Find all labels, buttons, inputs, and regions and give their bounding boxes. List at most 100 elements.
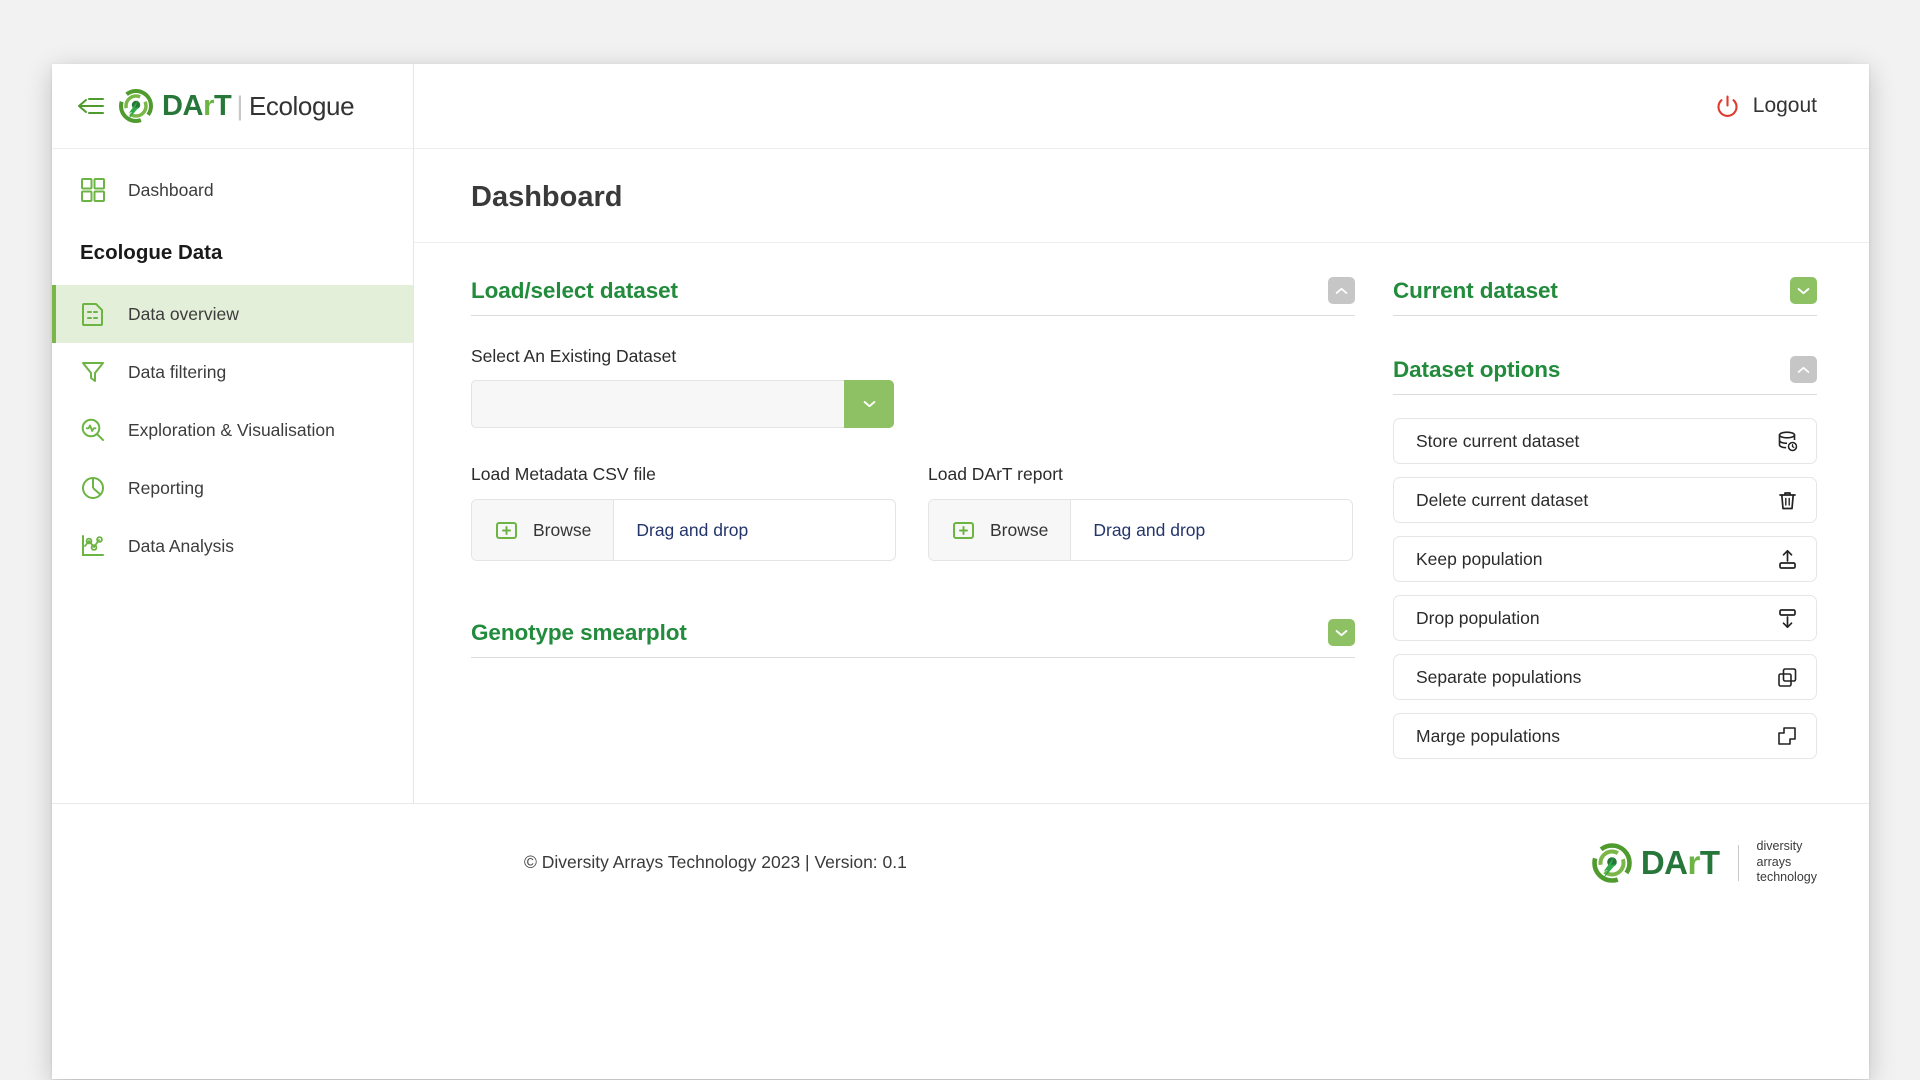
window-top-row: DArT | Ecologue Dashboard Ecologue Data … <box>52 64 1869 803</box>
select-dataset-label: Select An Existing Dataset <box>471 346 677 366</box>
option-label: Delete current dataset <box>1416 489 1589 510</box>
select-input[interactable] <box>471 380 844 428</box>
logout-button[interactable]: Logout <box>1715 94 1817 119</box>
application-window: DArT | Ecologue Dashboard Ecologue Data … <box>52 64 1869 1079</box>
footer-logo-divider <box>1737 844 1739 881</box>
card-title: Dataset options <box>1393 356 1561 382</box>
footer-brand-r: r <box>1687 843 1701 881</box>
sidebar-item-label: Data overview <box>128 303 239 324</box>
download-icon <box>1776 607 1799 630</box>
left-panel: Load/select dataset Select An Existing D… <box>471 277 1355 702</box>
current-dataset-card: Current dataset <box>1393 277 1817 316</box>
separate-populations-button[interactable]: Separate populations <box>1393 654 1817 700</box>
browse-label: Browse <box>533 519 592 540</box>
scatter-chart-icon <box>80 533 106 559</box>
browse-button[interactable]: Browse <box>929 500 1072 560</box>
footer-brand-da: DA <box>1640 843 1688 881</box>
sidebar-item-label: Data Analysis <box>128 535 235 556</box>
sidebar-nav: Dashboard Ecologue Data Data overview Da… <box>52 149 413 575</box>
delete-current-dataset-button[interactable]: Delete current dataset <box>1393 477 1817 523</box>
option-label: Marge populations <box>1416 725 1560 746</box>
sidebar-item-label: Reporting <box>128 477 204 498</box>
grid-icon <box>80 177 106 203</box>
brand-r: r <box>203 89 214 122</box>
marge-populations-button[interactable]: Marge populations <box>1393 713 1817 759</box>
upload-label: Load DArT report <box>928 464 1063 484</box>
footer-logo: DArT diversity arrays technology <box>1592 839 1817 886</box>
logout-label: Logout <box>1752 94 1817 117</box>
collapse-toggle-smearplot[interactable] <box>1328 619 1355 646</box>
option-label: Separate populations <box>1416 666 1582 687</box>
upload-box: Browse Drag and drop <box>928 499 1353 561</box>
sidebar-item-data-overview[interactable]: Data overview <box>52 285 413 343</box>
drop-population-button[interactable]: Drop population <box>1393 595 1817 641</box>
card-header: Current dataset <box>1393 277 1817 316</box>
document-lines-icon <box>80 301 106 327</box>
sidebar-header: DArT | Ecologue <box>52 64 413 149</box>
panels-container: Load/select dataset Select An Existing D… <box>414 243 1869 803</box>
sidebar-item-reporting[interactable]: Reporting <box>52 459 413 517</box>
page-title: Dashboard <box>414 149 1869 243</box>
dataset-options-card: Dataset options Store current dataset De… <box>1393 356 1817 759</box>
brand-t: T <box>213 89 232 122</box>
footer-tagline-line-2: arrays <box>1756 854 1792 869</box>
chevron-down-icon <box>1335 629 1348 636</box>
drag-and-drop-zone[interactable]: Drag and drop <box>1071 500 1227 560</box>
keep-population-button[interactable]: Keep population <box>1393 536 1817 582</box>
sidebar-item-exploration-visualisation[interactable]: Exploration & Visualisation <box>52 401 413 459</box>
sidebar-item-data-filtering[interactable]: Data filtering <box>52 343 413 401</box>
collapse-toggle-current-dataset[interactable] <box>1790 277 1817 304</box>
card-title: Load/select dataset <box>471 277 678 303</box>
footer-tagline-line-3: technology <box>1756 870 1817 885</box>
footer-tagline: diversity arrays technology <box>1757 839 1817 886</box>
funnel-icon <box>80 359 106 385</box>
sidebar-item-label: Data filtering <box>128 361 227 382</box>
upload-row: Load Metadata CSV file Browse Drag and d… <box>471 464 1355 561</box>
store-current-dataset-button[interactable]: Store current dataset <box>1393 418 1817 464</box>
brand-product: Ecologue <box>248 90 355 121</box>
browse-button[interactable]: Browse <box>472 500 615 560</box>
existing-dataset-select[interactable] <box>471 380 894 428</box>
chevron-down-icon <box>863 401 875 408</box>
folder-plus-icon <box>951 518 976 543</box>
upload-label: Load Metadata CSV file <box>471 464 656 484</box>
brand-separator: | <box>236 90 243 121</box>
metadata-csv-uploader: Load Metadata CSV file Browse Drag and d… <box>471 464 896 561</box>
content-column: Logout Dashboard Load/select dataset Sel… <box>414 64 1869 803</box>
brand-wordmark: DArT | Ecologue <box>162 89 355 123</box>
footer-tagline-line-1: diversity <box>1756 838 1803 853</box>
footer: © Diversity Arrays Technology 2023 | Ver… <box>52 803 1869 921</box>
dataset-options-list: Store current dataset Delete current dat… <box>1393 418 1817 759</box>
sidebar-item-data-analysis[interactable]: Data Analysis <box>52 517 413 575</box>
sidebar: DArT | Ecologue Dashboard Ecologue Data … <box>52 64 414 803</box>
collapse-toggle-dataset-options[interactable] <box>1790 356 1817 383</box>
search-pulse-icon <box>80 417 106 443</box>
card-header: Dataset options <box>1393 356 1817 395</box>
chevron-up-icon <box>1335 287 1348 294</box>
power-icon <box>1715 94 1740 119</box>
sidebar-item-dashboard[interactable]: Dashboard <box>52 161 413 219</box>
split-squares-icon <box>1776 666 1799 689</box>
card-header: Genotype smearplot <box>471 619 1355 658</box>
footer-brand-t: T <box>1699 843 1720 881</box>
drag-and-drop-zone[interactable]: Drag and drop <box>614 500 770 560</box>
card-title: Genotype smearplot <box>471 619 687 645</box>
option-label: Store current dataset <box>1416 430 1580 451</box>
select-dropdown-button[interactable] <box>844 380 894 428</box>
brand-da: DA <box>162 89 204 122</box>
collapse-toggle-load-dataset[interactable] <box>1328 277 1355 304</box>
card-header: Load/select dataset <box>471 277 1355 316</box>
collapse-sidebar-icon[interactable] <box>77 95 105 117</box>
option-label: Keep population <box>1416 548 1543 569</box>
sidebar-item-label: Dashboard <box>128 179 214 200</box>
footer-wordmark: DArT <box>1641 844 1720 882</box>
chevron-up-icon <box>1797 366 1810 373</box>
chevron-down-icon <box>1797 287 1810 294</box>
right-panel: Current dataset Dataset options Store cu… <box>1393 277 1817 803</box>
sidebar-section-title: Ecologue Data <box>80 241 223 264</box>
trash-icon <box>1776 489 1799 512</box>
dart-logo-mark <box>1592 842 1632 883</box>
sidebar-item-label: Exploration & Visualisation <box>128 419 335 440</box>
dart-report-uploader: Load DArT report Browse Drag and drop <box>928 464 1353 561</box>
genotype-smearplot-card: Genotype smearplot <box>471 619 1355 658</box>
